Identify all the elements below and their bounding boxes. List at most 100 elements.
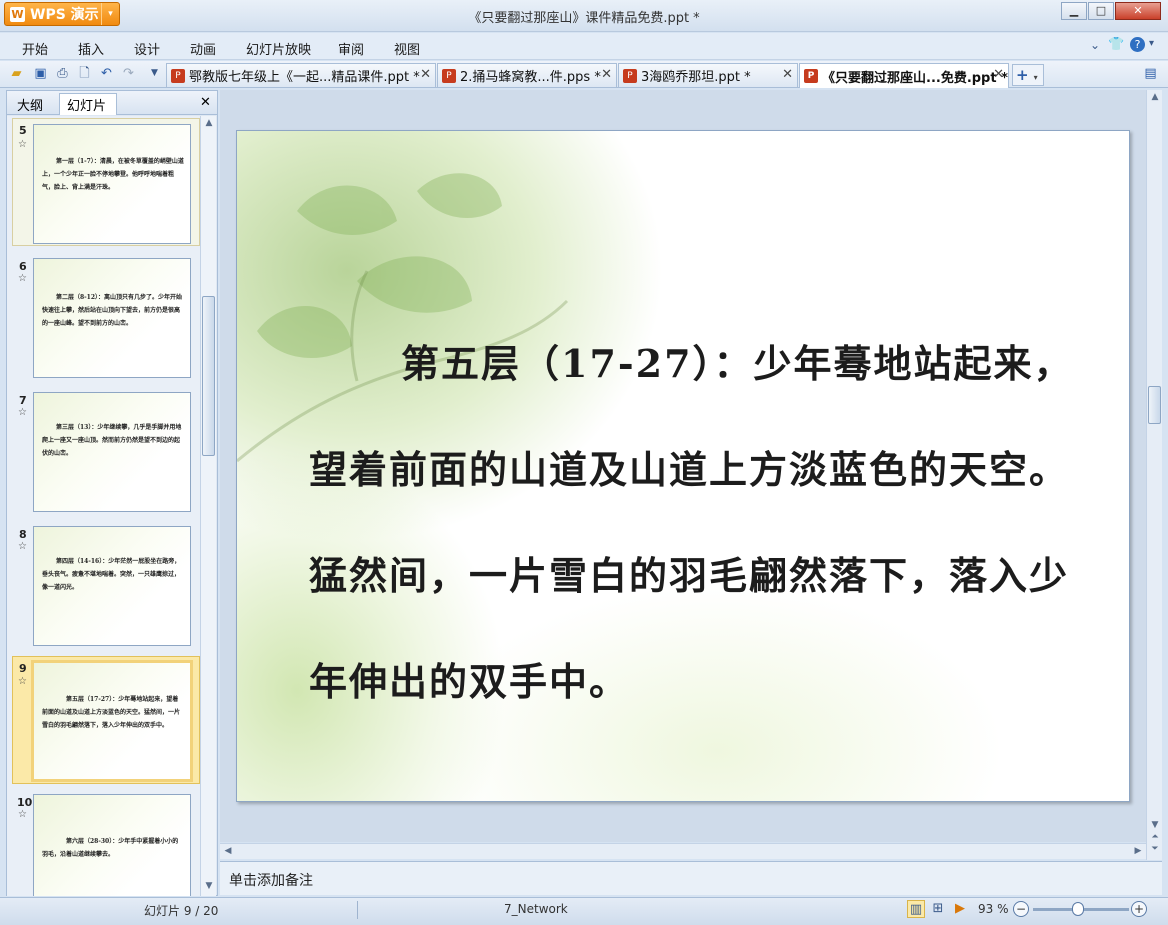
open-folder-icon[interactable]: ▰ xyxy=(8,65,25,82)
ppt-file-icon: P xyxy=(804,69,818,83)
slide-thumbnail[interactable]: 第四层（14-16）：少年茫然一屁股坐在路旁，垂头丧气。疲惫不堪地喘着。突然，一… xyxy=(33,526,191,646)
menu-home[interactable]: 开始 xyxy=(22,39,48,58)
close-tab-icon[interactable]: ✕ xyxy=(782,67,793,82)
horizontal-scrollbar[interactable]: ◀ ▶ xyxy=(220,843,1146,859)
normal-view-icon[interactable]: ▥ xyxy=(907,900,925,918)
zoom-level: 93 % xyxy=(978,902,1009,916)
menu-bar: 开始 插入 设计 动画 幻灯片放映 审阅 视图 ⌄ 👕 ? ▾ xyxy=(0,33,1168,60)
animation-star-icon: ☆ xyxy=(18,273,27,284)
thumb-text: 第六层（28-30）：少年手中紧握着小小的羽毛，沿着山道继续攀去。 xyxy=(42,838,179,858)
help-icon[interactable]: ? xyxy=(1130,37,1145,52)
thumb-text: 第一层（1-7）：清晨，在被冬草覆盖的峭壁山道上，一个少年正一脸不停地攀登。他呼… xyxy=(42,158,184,191)
slide-scrollbar[interactable]: ▲ ▼ ⏶ ⏷ xyxy=(1146,90,1162,860)
skin-icon[interactable]: 👕 xyxy=(1108,37,1124,52)
undo-icon[interactable]: ↶ xyxy=(98,65,115,82)
thumb-text: 第五层（17-27）：少年蓦地站起来，望着前面的山道及山道上方淡蓝色的天空。猛然… xyxy=(42,696,181,729)
animation-star-icon: ☆ xyxy=(18,407,27,418)
slideshow-view-icon[interactable]: ▶ xyxy=(951,900,969,918)
print-icon[interactable]: ⎙ xyxy=(54,65,71,82)
doc-tab-title: 3海鸥乔那坦.ppt * xyxy=(641,70,751,85)
slide-thumbnail[interactable]: 第二层（8-12）：离山顶只有几步了。少年开始快速往上攀，然后站在山顶向下望去，… xyxy=(33,258,191,378)
thumb-text: 第二层（8-12）：离山顶只有几步了。少年开始快速往上攀，然后站在山顶向下望去，… xyxy=(42,294,183,327)
slide-sorter-icon[interactable]: ⊞ xyxy=(929,900,947,918)
slide-thumbnail[interactable]: 第一层（1-7）：清晨，在被冬草覆盖的峭壁山道上，一个少年正一脸不停地攀登。他呼… xyxy=(33,124,191,244)
scroll-down-icon[interactable]: ▼ xyxy=(201,881,217,891)
tab-outline[interactable]: 大纲 xyxy=(17,95,43,114)
thumb-number: 8 xyxy=(19,528,27,541)
close-tab-icon[interactable]: ✕ xyxy=(601,67,612,82)
animation-star-icon: ☆ xyxy=(18,541,27,552)
thumb-number: 10 xyxy=(17,796,33,809)
scroll-up-icon[interactable]: ▲ xyxy=(1147,92,1163,102)
slide-thumbnail[interactable]: 第六层（28-30）：少年手中紧握着小小的羽毛，沿着山道继续攀去。 xyxy=(33,794,191,896)
scroll-left-icon[interactable]: ◀ xyxy=(220,846,236,856)
new-tab-button[interactable]: + ▾ xyxy=(1012,64,1044,86)
maximize-button[interactable]: □ xyxy=(1088,2,1114,20)
current-slide[interactable]: 第五层（17-27）：少年蓦地站起来，望着前面的山道及山道上方淡蓝色的天空。猛然… xyxy=(236,130,1130,802)
slide-thumbnail[interactable]: 第三层（13）：少年继续攀，几乎是手脚并用地爬上一座又一座山顶。然而前方仍然是望… xyxy=(33,392,191,512)
zoom-in-button[interactable]: + xyxy=(1131,901,1147,917)
wps-presentation-window: W WPS 演示 ▾ 《只要翻过那座山》课件精品免费.ppt * ▁ □ ✕ 开… xyxy=(0,0,1168,925)
menu-insert[interactable]: 插入 xyxy=(78,39,104,58)
status-bar: 幻灯片 9 / 20 7_Network ▥ ⊞ ▶ 93 % − + xyxy=(0,897,1168,925)
previous-slide-icon[interactable]: ⏶ xyxy=(1147,832,1163,842)
animation-star-icon: ☆ xyxy=(18,139,27,150)
chevron-down-icon: ▾ xyxy=(1033,73,1038,82)
thumb-number: 5 xyxy=(19,124,27,137)
scrollbar-thumb[interactable] xyxy=(1148,386,1161,424)
next-slide-icon[interactable]: ⏷ xyxy=(1147,844,1163,854)
thumb-text: 第四层（14-16）：少年茫然一屁股坐在路旁，垂头丧气。疲惫不堪地喘着。突然，一… xyxy=(42,558,181,591)
print-preview-icon[interactable]: 🗋 xyxy=(76,65,93,82)
menu-view[interactable]: 视图 xyxy=(394,39,420,58)
doc-tab-title: 2.捅马蜂窝教...件.pps * xyxy=(460,70,601,85)
scroll-right-icon[interactable]: ▶ xyxy=(1130,846,1146,856)
doc-tab-title: 《只要翻过那座山...免费.ppt * xyxy=(822,70,1008,86)
notes-placeholder: 单击添加备注 xyxy=(229,873,313,889)
close-tab-icon[interactable]: ✕ xyxy=(993,67,1004,82)
close-tab-icon[interactable]: ✕ xyxy=(420,67,431,82)
menu-slideshow[interactable]: 幻灯片放映 xyxy=(246,39,311,58)
animation-star-icon: ☆ xyxy=(18,676,27,687)
doc-tab-title: 鄂教版七年级上《一起...精品课件.ppt * xyxy=(189,70,420,85)
title-bar: W WPS 演示 ▾ 《只要翻过那座山》课件精品免费.ppt * ▁ □ ✕ xyxy=(0,0,1168,32)
slide-navigation-pane: 大纲 幻灯片 ✕ 5 ☆ 第一层（1-7）：清晨，在被冬草覆盖的峭壁山道上，一个… xyxy=(6,90,218,896)
slide-thumbnail-list: 5 ☆ 第一层（1-7）：清晨，在被冬草覆盖的峭壁山道上，一个少年正一脸不停地攀… xyxy=(7,116,200,896)
scroll-down-icon[interactable]: ▼ xyxy=(1147,820,1163,830)
thumb-number: 7 xyxy=(19,394,27,407)
chevron-down-icon[interactable]: ⌄ xyxy=(1090,38,1100,52)
chevron-down-icon[interactable]: ▾ xyxy=(1149,38,1154,49)
quick-access-and-tabs: ▰ ▣ ⎙ 🗋 ↶ ↷ ▼ P 鄂教版七年级上《一起...精品课件.ppt * … xyxy=(0,61,1168,88)
zoom-out-button[interactable]: − xyxy=(1013,901,1029,917)
menu-review[interactable]: 审阅 xyxy=(338,39,364,58)
thumbnail-scrollbar[interactable]: ▲ ▼ xyxy=(200,116,216,896)
dropdown-icon[interactable]: ▼ xyxy=(146,65,163,82)
save-icon[interactable]: ▣ xyxy=(32,65,49,82)
thumb-number: 6 xyxy=(19,260,27,273)
ppt-file-icon: P xyxy=(623,68,637,83)
redo-icon[interactable]: ↷ xyxy=(120,65,137,82)
thumb-text: 第三层（13）：少年继续攀，几乎是手脚并用地爬上一座又一座山顶。然而前方仍然是望… xyxy=(42,424,182,457)
close-pane-icon[interactable]: ✕ xyxy=(200,95,211,110)
slide-body-text[interactable]: 第五层（17-27）：少年蓦地站起来，望着前面的山道及山道上方淡蓝色的天空。猛然… xyxy=(309,311,1099,735)
slide-counter: 幻灯片 9 / 20 xyxy=(144,904,219,918)
minimize-button[interactable]: ▁ xyxy=(1061,2,1087,20)
tab-slides[interactable]: 幻灯片 xyxy=(67,95,106,114)
menu-animation[interactable]: 动画 xyxy=(190,39,216,58)
doc-tab-active[interactable]: P 《只要翻过那座山...免费.ppt * ✕ xyxy=(799,63,1009,88)
animation-star-icon: ☆ xyxy=(18,809,27,820)
doc-tab-1[interactable]: P 鄂教版七年级上《一起...精品课件.ppt * ✕ xyxy=(166,63,436,87)
scrollbar-thumb[interactable] xyxy=(202,296,215,456)
window-title: 《只要翻过那座山》课件精品免费.ppt * xyxy=(468,11,700,26)
zoom-slider-thumb[interactable] xyxy=(1072,902,1085,916)
status-divider xyxy=(357,901,358,919)
menu-design[interactable]: 设计 xyxy=(134,39,160,58)
ppt-file-icon: P xyxy=(171,68,185,83)
task-pane-icon[interactable]: ▤ xyxy=(1142,65,1159,82)
doc-tab-2[interactable]: P 2.捅马蜂窝教...件.pps * ✕ xyxy=(437,63,617,87)
notes-pane[interactable]: 单击添加备注 xyxy=(220,861,1162,895)
scroll-up-icon[interactable]: ▲ xyxy=(201,118,217,128)
slide-thumbnail-selected[interactable]: 第五层（17-27）：少年蓦地站起来，望着前面的山道及山道上方淡蓝色的天空。猛然… xyxy=(31,660,193,782)
close-window-button[interactable]: ✕ xyxy=(1115,2,1161,20)
doc-tab-3[interactable]: P 3海鸥乔那坦.ppt * ✕ xyxy=(618,63,798,87)
theme-name: 7_Network xyxy=(504,902,568,916)
